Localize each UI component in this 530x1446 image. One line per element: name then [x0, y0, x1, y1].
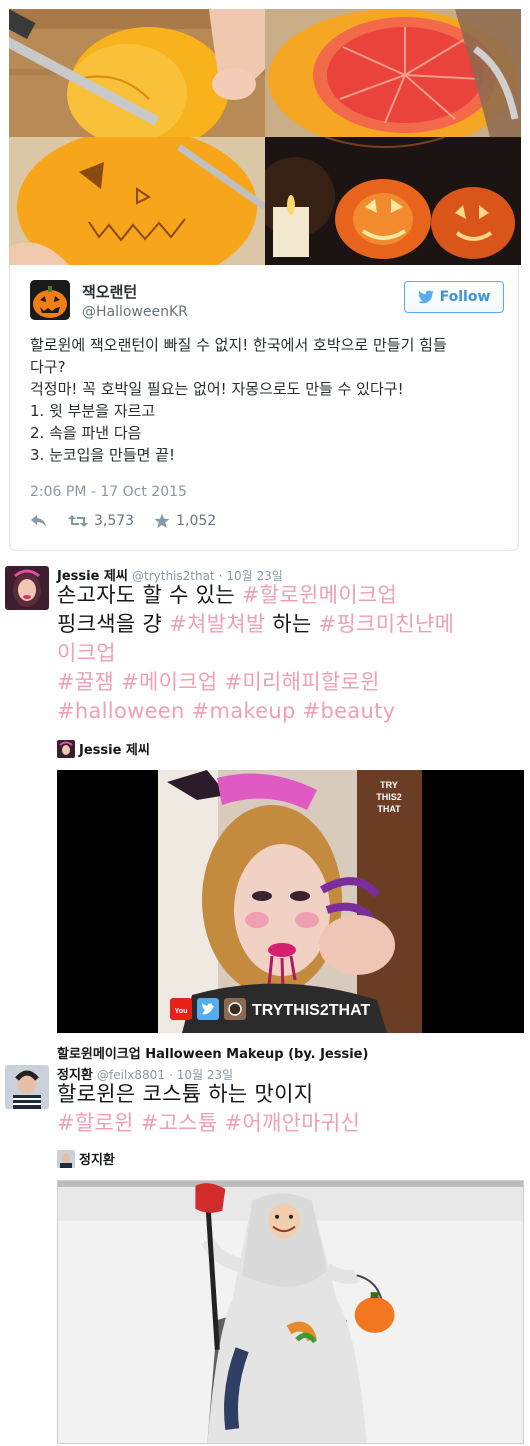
tweet-display-name[interactable]: 잭오랜턴: [82, 281, 137, 302]
hashtag[interactable]: #쳐발쳐발: [169, 612, 265, 636]
media-brand-text: TRYTHIS2THAT: [252, 1002, 370, 1019]
media-caption[interactable]: 할로윈메이크업 Halloween Makeup (by. Jessie): [57, 1043, 368, 1062]
reply-action[interactable]: [30, 514, 48, 528]
post-text-segment: 하는: [265, 612, 319, 636]
tweet-text-line: 2. 속을 파낸 다음: [30, 424, 142, 442]
tweet-actions: 3,573 1,052: [30, 513, 236, 529]
photo-grid: [9, 9, 521, 265]
media-author[interactable]: 정지환: [57, 1149, 115, 1168]
svg-text:You: You: [175, 1008, 188, 1015]
post-text: 할로윈은 코스튬 하는 맛이지 #할로윈 #고스튬 #어깨안마귀신: [57, 1080, 360, 1138]
retweet-icon: [68, 515, 88, 527]
tweet-text: 할로윈에 잭오랜턴이 빠질 수 없지! 한국에서 호박으로 만들기 힘들 다구?…: [30, 334, 510, 466]
embedded-tweet[interactable]: 잭오랜턴 @HalloweenKR Follow 할로윈에 잭오랜턴이 빠질 수…: [9, 265, 519, 551]
post-text-segment: 할로윈은 코스튬 하는 맛이지: [57, 1082, 314, 1106]
media-author-name: 정지환: [79, 1153, 115, 1168]
photo-scooping-grapefruit: [265, 9, 521, 137]
costume-photo[interactable]: [57, 1180, 524, 1444]
instagram-icon: [224, 998, 246, 1020]
post-text: 손고자도 할 수 있는 #할로윈메이크업 핑크색을 걍 #쳐발쳐발 하는 #핑크…: [57, 581, 454, 726]
makeup-video[interactable]: TRY THIS2 THAT You TRYTHIS2THAT: [57, 770, 524, 1033]
hashtag[interactable]: 이크업: [57, 641, 116, 665]
hashtag[interactable]: #핑크미친냔메: [319, 612, 455, 636]
hashtag[interactable]: #할로윈메이크업: [242, 583, 397, 607]
twitter-bird-icon: [417, 290, 434, 304]
like-count: 1,052: [176, 513, 217, 529]
hashtag-group[interactable]: #halloween #makeup #beauty: [57, 699, 395, 723]
photo-cutting-grapefruit: [9, 9, 265, 137]
watermark-line-3: THAT: [377, 804, 401, 814]
reply-icon: [31, 515, 46, 527]
tweet-timestamp[interactable]: 2:06 PM - 17 Oct 2015: [30, 484, 187, 500]
hashtag-group[interactable]: #할로윈 #고스튬 #어깨안마귀신: [57, 1111, 360, 1135]
photo-lit-lanterns: [265, 137, 521, 265]
like-star-icon: [154, 513, 170, 528]
media-author-avatar: [57, 739, 75, 758]
photo-carving-face: [9, 137, 265, 265]
follow-button[interactable]: Follow: [404, 281, 504, 313]
like-action[interactable]: 1,052: [154, 513, 216, 529]
follow-label: Follow: [439, 289, 491, 305]
post-text-segment: 손고자도 할 수 있는: [57, 583, 242, 607]
retweet-action[interactable]: 3,573: [68, 513, 134, 529]
jeongjihwan-avatar[interactable]: [5, 1065, 49, 1109]
hashtag-group[interactable]: #꿀잼 #메이크업 #미리해피할로윈: [57, 670, 380, 694]
watermark-line-2: THIS2: [376, 792, 402, 802]
media-author[interactable]: Jessie 제씨: [57, 739, 150, 758]
retweet-count: 3,573: [94, 513, 135, 529]
pumpkin-avatar[interactable]: [30, 280, 70, 320]
media-author-avatar: [57, 1149, 75, 1168]
tweet-handle[interactable]: @HalloweenKR: [82, 304, 188, 320]
tweet-text-line: 걱정마! 꼭 호박일 필요는 없어! 자몽으로도 만들 수 있다구!: [30, 380, 404, 398]
tweet-text-line: 1. 윗 부분을 자르고: [30, 402, 156, 420]
tweet-text-line: 다구?: [30, 358, 66, 376]
twitter-icon: [197, 998, 219, 1020]
post-text-segment: 핑크색을 걍: [57, 612, 170, 636]
media-author-name: Jessie 제씨: [79, 743, 150, 758]
watermark-line-1: TRY: [380, 780, 398, 790]
youtube-icon: You: [170, 998, 192, 1020]
tweet-text-line: 할로윈에 잭오랜턴이 빠질 수 없지! 한국에서 호박으로 만들기 힘들: [30, 336, 447, 354]
tweet-text-line: 3. 눈코입을 만들면 끝!: [30, 446, 176, 464]
jessie-avatar[interactable]: [5, 566, 49, 610]
